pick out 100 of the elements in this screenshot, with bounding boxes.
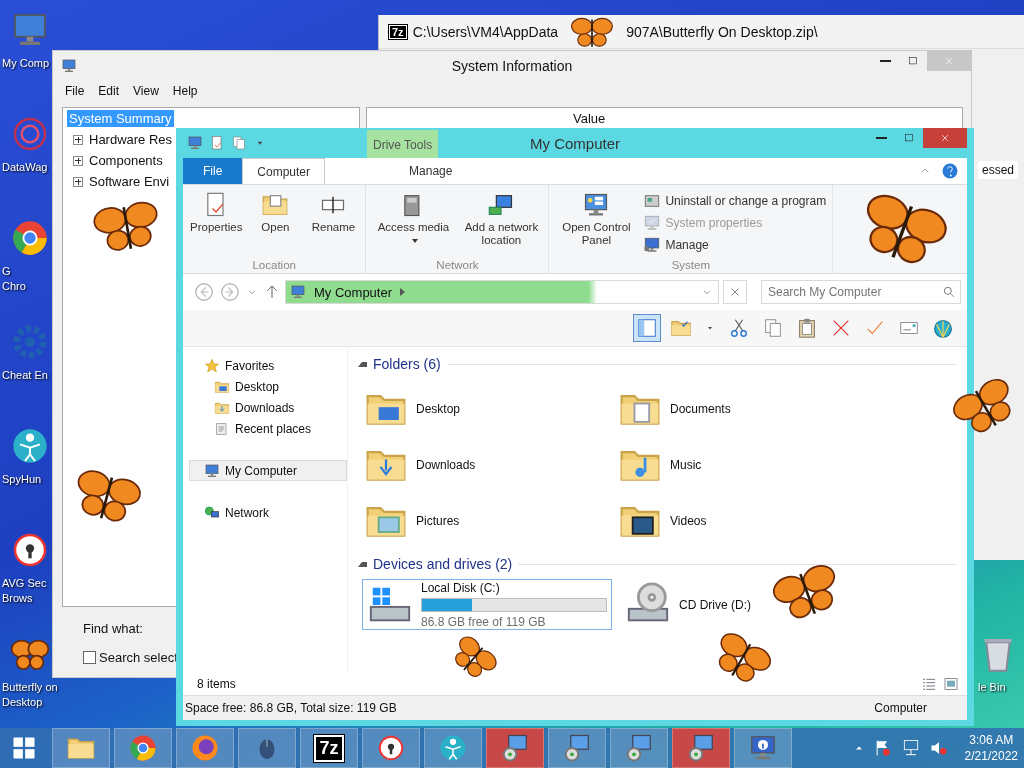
desktop-icon-label[interactable]: SpyHun — [2, 472, 42, 487]
tree-item[interactable]: Hardware Res — [87, 131, 175, 148]
drive-name: Local Disk (C:) — [421, 580, 501, 595]
desktop-icon-label[interactable]: Desktop — [2, 695, 43, 710]
person-circle-icon[interactable] — [10, 426, 50, 466]
details-view-icon[interactable] — [921, 676, 937, 692]
find-label: Find what: — [83, 621, 143, 636]
help-icon[interactable] — [941, 162, 959, 180]
folder-item[interactable]: Music — [618, 437, 872, 493]
computer-disc-icon — [686, 733, 716, 763]
taskbar-button[interactable] — [362, 728, 420, 768]
menu-item[interactable]: View — [133, 84, 159, 98]
search-icon — [942, 285, 956, 299]
scissors-icon — [728, 317, 750, 339]
tree-item[interactable]: Software Envi — [87, 173, 172, 190]
ribbon-button[interactable]: Properties — [187, 189, 246, 259]
person-circle-icon — [438, 733, 468, 763]
drive-tile[interactable]: CD Drive (D:) — [620, 579, 870, 630]
ribbon-button[interactable]: Rename — [305, 189, 362, 259]
folder-item[interactable]: Downloads — [364, 437, 618, 493]
computer-disc-icon — [500, 733, 530, 763]
drive-tile[interactable]: Local Disk (C:) 86.8 GB free of 119 GB — [362, 579, 612, 630]
menu-item[interactable]: File — [65, 84, 85, 98]
details-text: Computer — [874, 701, 927, 715]
search-field[interactable]: Search My Computer — [761, 280, 961, 304]
taskbar-button[interactable] — [486, 728, 544, 768]
fox-browser-icon — [190, 733, 220, 763]
ribbon-button[interactable]: Open — [247, 189, 304, 259]
window-title: 907A\Butterfly On Desktop.zip\ — [626, 23, 818, 40]
expand-icon[interactable] — [73, 176, 83, 187]
ribbon-button[interactable]: Uninstall or change a program — [641, 191, 829, 211]
section-header[interactable]: Devices and drives (2) — [373, 556, 513, 572]
column-header[interactable]: Value — [573, 110, 606, 126]
computer-icon — [61, 58, 77, 74]
toolbar-button[interactable] — [633, 314, 661, 342]
ribbon-button[interactable]: Open Control Panel — [553, 189, 640, 259]
ribbon-button[interactable]: Manage — [641, 235, 829, 255]
section-header[interactable]: Folders (6) — [373, 356, 441, 372]
maximize-icon — [906, 54, 920, 68]
details-text: Space free: 86.8 GB, Total size: 119 GB — [185, 701, 397, 715]
taskbar-button[interactable] — [734, 728, 792, 768]
expand-icon[interactable] — [73, 155, 83, 166]
ribbon-button[interactable]: Add a network location — [458, 189, 545, 259]
drive-name: CD Drive (D:) — [679, 597, 752, 612]
checkbox-label[interactable]: Search select — [99, 650, 178, 665]
group-label: System — [671, 259, 710, 271]
minimize-icon — [875, 137, 887, 139]
nav-item[interactable]: Favorites — [189, 355, 347, 376]
group-label: Network — [436, 259, 479, 271]
desktop-icon-label[interactable]: Butterfly on — [2, 680, 58, 695]
folder-item[interactable]: Videos — [618, 493, 872, 549]
round-browser-icon — [128, 733, 158, 763]
group-label: Location — [252, 259, 296, 271]
clock[interactable]: 3:06 AM 2/21/2022 — [964, 732, 1018, 764]
taskbar-button[interactable] — [424, 728, 482, 768]
column-header[interactable]: essed — [977, 161, 1018, 179]
nav-item[interactable]: My Computer — [189, 460, 347, 481]
menu-item[interactable]: Edit — [98, 84, 120, 98]
ribbon-tab[interactable]: Computer — [242, 158, 326, 184]
copy-icon[interactable] — [231, 135, 247, 151]
desktop-icon-label[interactable]: My Comp — [2, 56, 50, 71]
computer-disc-icon — [624, 733, 654, 763]
expand-icon[interactable] — [73, 134, 83, 145]
menu-item[interactable]: Help — [172, 84, 198, 98]
nav-item[interactable]: Recent places — [189, 418, 347, 439]
document-check-icon[interactable] — [209, 135, 225, 151]
taskbar-button[interactable] — [610, 728, 668, 768]
monitor-check-icon — [643, 214, 662, 232]
checkbox[interactable] — [83, 651, 96, 664]
desktop-icon-label[interactable]: Chro — [2, 279, 26, 294]
stop-button[interactable] — [723, 280, 747, 304]
desktop-icon-label[interactable]: G — [2, 264, 11, 279]
ribbon-tab[interactable]: File — [183, 158, 243, 184]
preview-pane-icon — [636, 317, 658, 339]
desktop-icon-label[interactable]: Brows — [2, 591, 33, 606]
desktop-icon-label[interactable]: DataWag — [2, 160, 48, 175]
shell-icon — [932, 317, 954, 339]
item-count: 8 items — [197, 677, 236, 691]
ribbon-button[interactable]: Access media — [370, 189, 457, 259]
desktop-icon-label[interactable]: AVG Sec — [2, 576, 47, 591]
taskbar-button[interactable] — [238, 728, 296, 768]
folder-item[interactable]: Pictures — [364, 493, 618, 549]
address-bar[interactable]: My Computer — [285, 280, 719, 304]
free-space-text: 86.8 GB free of 119 GB — [421, 614, 547, 629]
tree-item[interactable]: Components — [87, 152, 165, 169]
large-icons-view-icon[interactable] — [943, 676, 959, 692]
computer-icon — [187, 135, 203, 151]
collapse-icon[interactable] — [358, 561, 367, 567]
nav-item[interactable]: Downloads — [189, 397, 347, 418]
folder-item[interactable]: Documents — [618, 381, 872, 437]
collapse-icon[interactable] — [358, 361, 367, 367]
folder-item[interactable]: Desktop — [364, 381, 618, 437]
taskbar-button[interactable] — [548, 728, 606, 768]
round-browser-icon[interactable] — [10, 218, 50, 258]
taskbar-button[interactable]: 7z — [300, 728, 358, 768]
nav-item[interactable]: Network — [189, 502, 347, 523]
monitor-tools-icon — [643, 236, 662, 254]
nav-item[interactable]: Desktop — [189, 376, 347, 397]
desktop-icon-label[interactable]: Cheat En — [2, 368, 48, 383]
taskbar-button[interactable] — [672, 728, 730, 768]
